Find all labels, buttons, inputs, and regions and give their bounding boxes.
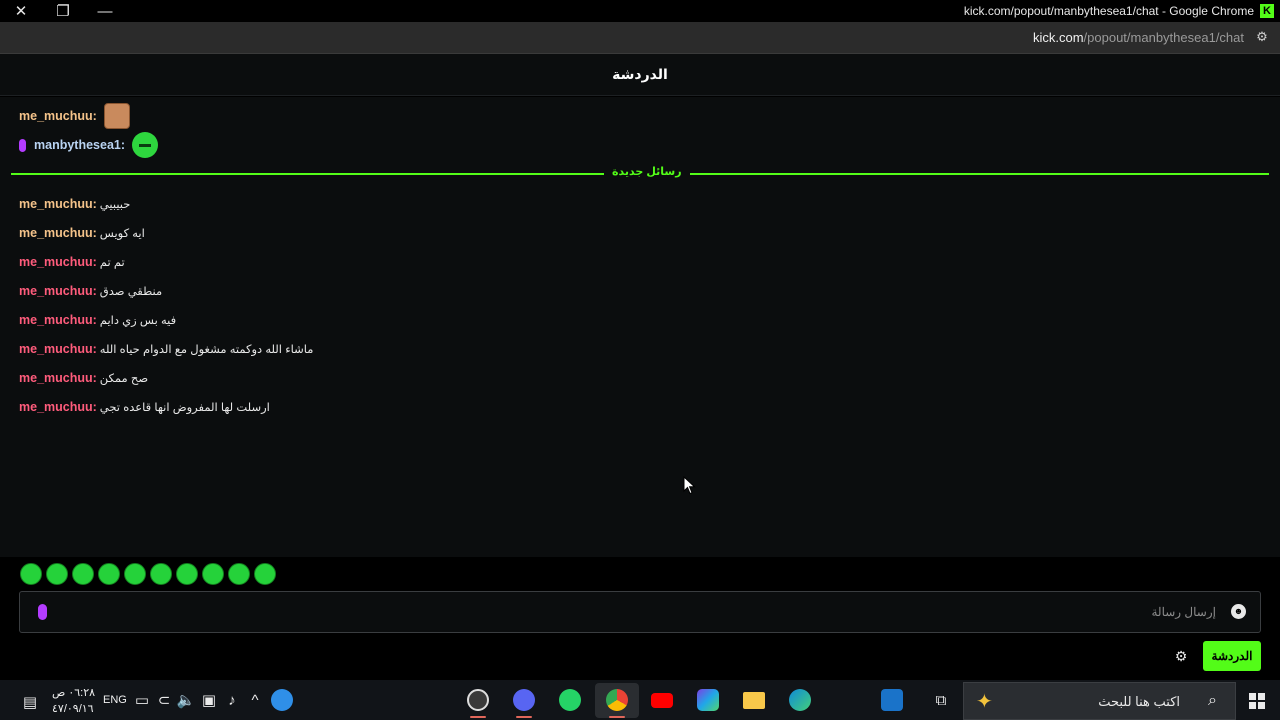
chat-message: manbythesea1: bbox=[19, 132, 159, 158]
new-messages-label: رسائل جديدة bbox=[604, 165, 690, 178]
emote-icon[interactable] bbox=[176, 563, 198, 585]
restore-icon[interactable]: ❐ bbox=[42, 0, 84, 22]
emote-icon[interactable] bbox=[202, 563, 224, 585]
chat-message-text: منطقي صدق bbox=[99, 286, 163, 298]
emote-quick-bar bbox=[20, 563, 276, 585]
close-icon[interactable]: ✕ bbox=[0, 0, 42, 22]
volume-icon[interactable]: 🔈 bbox=[174, 688, 198, 712]
emote-icon[interactable] bbox=[20, 563, 42, 585]
obs-icon[interactable] bbox=[466, 688, 490, 712]
chat-username[interactable]: me_muchuu: bbox=[19, 284, 97, 298]
chat-message: me_muchuu: صح ممكن bbox=[19, 368, 148, 388]
send-chat-button[interactable]: الدردشة bbox=[1203, 641, 1261, 671]
window-title: kick.com/popout/manbythesea1/chat - Goog… bbox=[963, 4, 1254, 18]
chat-messages: me_muchuu: manbythesea1: رسائل جديدة me_… bbox=[0, 97, 1280, 557]
kick-favicon-icon: K bbox=[1260, 4, 1274, 18]
window-titlebar: ✕ ❐ — kick.com/popout/manbythesea1/chat … bbox=[0, 0, 1280, 22]
minimize-icon[interactable]: — bbox=[84, 0, 126, 22]
running-indicator bbox=[609, 716, 625, 718]
chat-message-input[interactable] bbox=[70, 600, 1216, 624]
url-host: kick.com bbox=[1032, 30, 1084, 45]
chat-message-text: حبيبيي bbox=[99, 199, 131, 211]
chat-message: me_muchuu: ايه كويس bbox=[19, 223, 145, 243]
task-view-icon[interactable]: ⧉ bbox=[929, 688, 953, 712]
chat-username[interactable]: me_muchuu: bbox=[19, 400, 97, 414]
battery-icon[interactable]: ⊂ bbox=[152, 688, 176, 712]
chat-username[interactable]: me_muchuu: bbox=[19, 109, 97, 123]
chat-message-text: صح ممكن bbox=[99, 373, 149, 385]
chat-username[interactable]: me_muchuu: bbox=[19, 313, 97, 327]
green-emote-icon bbox=[132, 132, 159, 158]
windows-start-icon[interactable] bbox=[1249, 693, 1265, 709]
file-explorer-icon[interactable] bbox=[742, 688, 766, 712]
mic-badge-icon bbox=[19, 138, 26, 152]
search-placeholder: اكتب هنا للبحث bbox=[1098, 694, 1180, 709]
chevron-up-icon[interactable]: ^ bbox=[243, 688, 267, 712]
chat-username[interactable]: manbythesea1: bbox=[34, 138, 125, 152]
whatsapp-icon[interactable] bbox=[558, 688, 582, 712]
chat-input-box: ☻ bbox=[19, 591, 1261, 633]
emote-icon[interactable] bbox=[150, 563, 172, 585]
chat-message-text: ماشاء الله دوكمته مشغول مع الدوام حياه ا… bbox=[99, 344, 314, 356]
chat-settings-gear-icon[interactable]: ⚙ bbox=[1173, 648, 1189, 664]
address-bar[interactable]: kick.com/popout/manbythesea1/chat ⚙ bbox=[0, 22, 1280, 54]
edge-icon[interactable] bbox=[788, 688, 812, 712]
chat-header: الدردشة bbox=[0, 54, 1280, 96]
running-indicator bbox=[516, 716, 532, 718]
chrome-icon[interactable] bbox=[605, 688, 629, 712]
url-path: /popout/manbythesea1/chat bbox=[1083, 30, 1244, 45]
chat-message-text: ايه كويس bbox=[99, 228, 145, 240]
chat-message: me_muchuu: منطقي صدق bbox=[19, 281, 162, 301]
running-indicator bbox=[470, 716, 486, 718]
chat-username[interactable]: me_muchuu: bbox=[19, 255, 97, 269]
chat-message: me_muchuu: ماشاء الله دوكمته مشغول مع ال… bbox=[19, 339, 313, 359]
emote-icon[interactable] bbox=[72, 563, 94, 585]
chat-message-text: ارسلت لها المفروض انها قاعده تجي bbox=[99, 402, 270, 414]
tune-icon[interactable]: ⚙ bbox=[1254, 29, 1270, 45]
search-icon: ⌕ bbox=[1208, 692, 1217, 709]
emoji-picker-icon[interactable]: ☻ bbox=[1231, 604, 1246, 619]
chat-username[interactable]: me_muchuu: bbox=[19, 342, 97, 356]
chat-username[interactable]: me_muchuu: bbox=[19, 371, 97, 385]
chat-message: me_muchuu: حبيبيي bbox=[19, 194, 130, 214]
copilot-sparkle-icon: ✦ bbox=[976, 691, 993, 713]
taskbar-search-box[interactable]: ✦ اكتب هنا للبحث ⌕ bbox=[963, 682, 1236, 720]
mouse-cursor-icon bbox=[683, 476, 696, 495]
network-icon[interactable]: ▭ bbox=[130, 688, 154, 712]
discord-icon[interactable] bbox=[512, 688, 536, 712]
taskbar-time[interactable]: ٠٦:٢٨ ص bbox=[52, 686, 95, 699]
emote-icon[interactable] bbox=[228, 563, 250, 585]
emote-icon[interactable] bbox=[254, 563, 276, 585]
help-icon[interactable] bbox=[270, 688, 294, 712]
outlook-icon[interactable] bbox=[880, 688, 904, 712]
mic-icon[interactable] bbox=[38, 604, 47, 620]
emote-icon[interactable] bbox=[46, 563, 68, 585]
chat-username[interactable]: me_muchuu: bbox=[19, 226, 97, 240]
address-url[interactable]: kick.com/popout/manbythesea1/chat bbox=[1033, 30, 1244, 45]
meet-now-icon[interactable]: ▣ bbox=[197, 688, 221, 712]
emote-icon[interactable] bbox=[124, 563, 146, 585]
input-language[interactable]: ENG bbox=[103, 694, 127, 706]
chat-message: me_muchuu: bbox=[19, 103, 130, 129]
office-icon[interactable] bbox=[696, 688, 720, 712]
youtube-icon[interactable] bbox=[650, 688, 674, 712]
chat-message: me_muchuu: تم تم bbox=[19, 252, 125, 272]
taskbar-date[interactable]: ٤٧/٠٩/١٦ bbox=[52, 702, 94, 715]
chat-username[interactable]: me_muchuu: bbox=[19, 197, 97, 211]
chat-message-text: تم تم bbox=[99, 257, 125, 269]
brown-emote-icon bbox=[103, 103, 130, 129]
chat-message: me_muchuu: فيه بس زي دايم bbox=[19, 310, 176, 330]
emote-icon[interactable] bbox=[98, 563, 120, 585]
chat-message: me_muchuu: ارسلت لها المفروض انها قاعده … bbox=[19, 397, 270, 417]
chat-message-text: فيه بس زي دايم bbox=[99, 315, 177, 327]
microphone-icon[interactable]: ♪ bbox=[220, 688, 244, 712]
notification-icon[interactable]: ▤ bbox=[18, 690, 42, 714]
